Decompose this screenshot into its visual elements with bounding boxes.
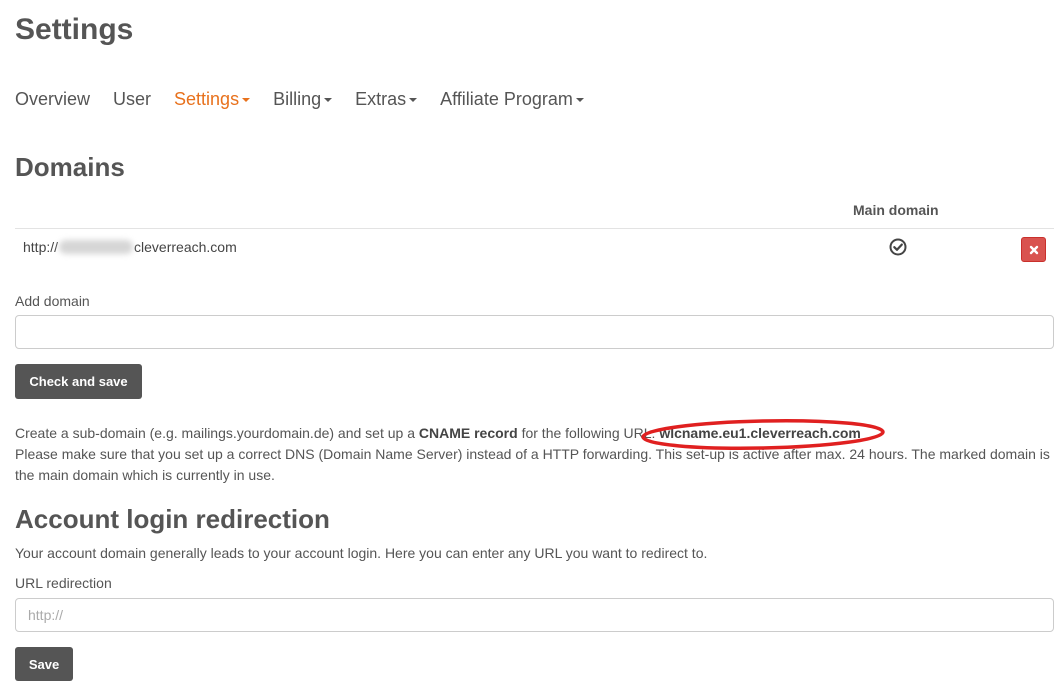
settings-nav: Overview User Settings Billing Extras Af… [15, 86, 607, 112]
nav-user-label: User [113, 88, 152, 109]
add-domain-input[interactable] [15, 315, 1054, 349]
url-redirection-label: URL redirection [15, 575, 112, 591]
main-domain-column-header: Main domain [853, 202, 939, 218]
add-domain-label: Add domain [15, 293, 90, 309]
blurred-subdomain [59, 240, 134, 254]
info-line1-post: for the following URL: [517, 425, 656, 441]
nav-extras[interactable]: Extras [355, 88, 418, 110]
times-icon [1029, 245, 1038, 254]
save-button[interactable]: Save [15, 647, 73, 681]
redirection-description: Your account domain generally leads to y… [15, 545, 708, 561]
check-circle-icon[interactable] [889, 238, 907, 256]
nav-user[interactable]: User [113, 89, 151, 110]
info-cname-record: CNAME record [418, 425, 518, 441]
check-and-save-button[interactable]: Check and save [15, 364, 142, 399]
url-redirection-input[interactable] [15, 598, 1054, 632]
nav-overview-label: Overview [15, 88, 91, 109]
domain-prefix: http:// [23, 239, 59, 255]
domain-suffix: cleverreach.com [134, 239, 237, 255]
nav-affiliate-program-label: Affiliate Program [440, 88, 573, 109]
info-line1-pre: Create a sub-domain (e.g. mailings.yourd… [15, 425, 419, 441]
nav-settings[interactable]: Settings [174, 88, 251, 110]
caret-down-icon [575, 98, 584, 102]
nav-billing-label: Billing [273, 88, 322, 109]
domain-row: http:// cleverreach.com [15, 228, 1054, 267]
page-title: Settings [15, 13, 134, 46]
info-line2: Please make sure that you set up a corre… [15, 446, 1050, 483]
nav-settings-label: Settings [174, 88, 240, 109]
nav-affiliate-program[interactable]: Affiliate Program [440, 89, 584, 110]
caret-down-icon [324, 98, 333, 102]
nav-overview[interactable]: Overview [15, 89, 90, 110]
account-login-redirection-heading: Account login redirection [15, 504, 330, 534]
caret-down-icon [409, 98, 418, 102]
nav-billing[interactable]: Billing [273, 88, 333, 110]
caret-down-icon [242, 98, 251, 102]
nav-extras-label: Extras [355, 88, 407, 109]
cname-instructions: Create a sub-domain (e.g. mailings.yourd… [15, 423, 1055, 486]
domain-url: http:// cleverreach.com [23, 239, 237, 255]
delete-domain-button[interactable] [1021, 237, 1046, 262]
settings-page: Settings Overview User Settings Billing … [0, 0, 1064, 682]
highlight-ellipse [641, 419, 885, 450]
domains-heading: Domains [15, 152, 125, 182]
